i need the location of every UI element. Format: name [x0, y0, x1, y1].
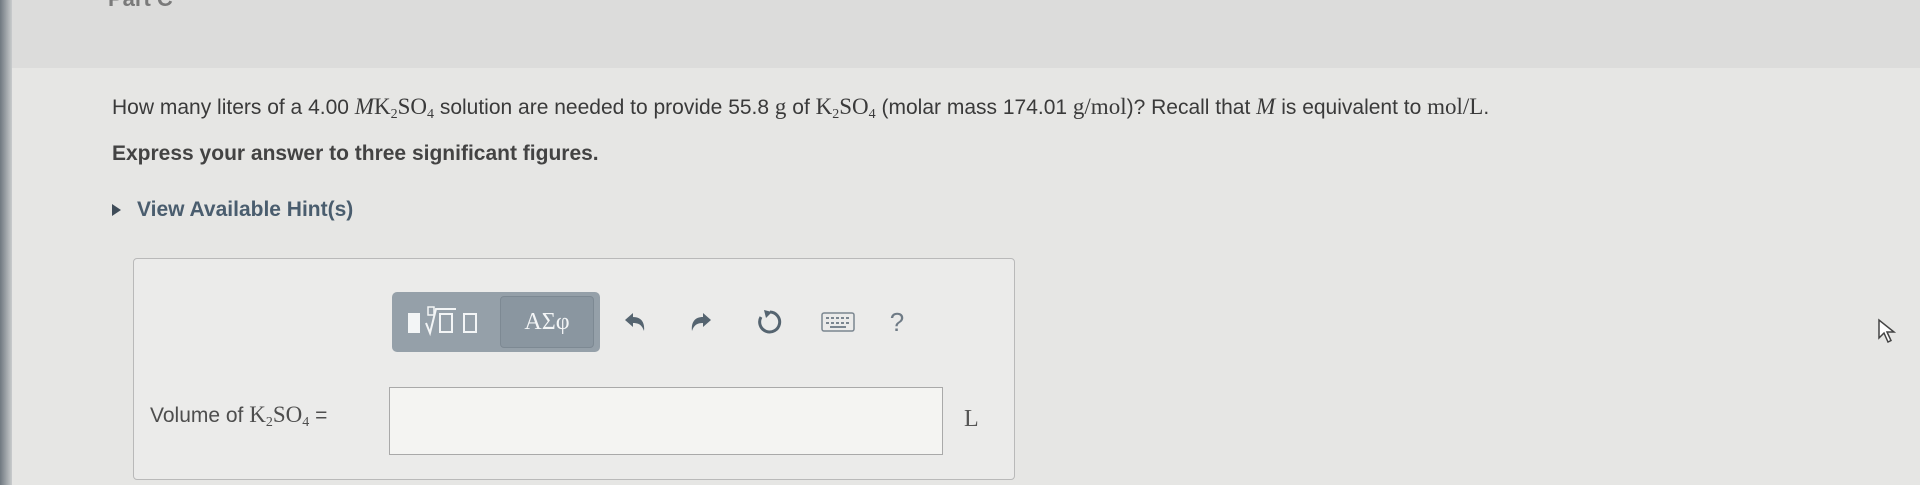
redo-button[interactable] [668, 292, 736, 352]
keyboard-button[interactable] [804, 292, 872, 352]
unit-grams: g [774, 94, 787, 119]
molarity-symbol: M [354, 94, 374, 119]
unit-g-per-mol: g/mol [1072, 94, 1127, 119]
formula-k2so4: K2SO4 [815, 94, 876, 122]
formula-subscript: 2 [390, 107, 398, 122]
answer-label-formula: K2SO4 [249, 402, 310, 430]
question-segment: of [792, 96, 810, 119]
templates-button[interactable] [398, 297, 494, 347]
question-segment: solution are needed to provide 55.8 [439, 96, 770, 119]
view-hints-label: View Available Hint(s) [137, 198, 354, 221]
question-segment: is equivalent to [1281, 96, 1422, 119]
formula-element-so: SO [397, 94, 427, 119]
reset-button[interactable] [736, 292, 804, 352]
templates-icon [408, 306, 477, 337]
reset-icon [758, 310, 782, 334]
toolbar-button-group: ΑΣφ [392, 292, 600, 352]
undo-button[interactable] [600, 292, 668, 352]
formula-subscript: 4 [302, 415, 310, 430]
unit-label: L [964, 406, 979, 432]
instruction-text: Express your answer to three significant… [112, 142, 599, 165]
formula-element-k: K [249, 402, 266, 427]
question-segment: . [1483, 96, 1490, 119]
formula-element-so: SO [272, 402, 303, 427]
molarity-symbol: M [1256, 94, 1276, 119]
view-hints-link[interactable]: View Available Hint(s) [112, 198, 353, 222]
formula-subscript: 4 [426, 107, 434, 122]
expand-triangle-icon [112, 204, 121, 216]
answer-input[interactable] [389, 387, 943, 455]
formula-element-k: K [373, 94, 391, 119]
answer-label-prefix: Volume of [150, 404, 244, 427]
formula-element-k: K [815, 94, 833, 119]
question-text: How many liters of a 4.00 MK2SO4 solutio… [112, 90, 1892, 125]
left-edge [0, 0, 12, 485]
formula-element-so: SO [839, 94, 869, 119]
answer-label: Volume of K2SO4 = [150, 402, 328, 430]
part-label: Part C [108, 0, 173, 12]
math-toolbar: ΑΣφ ? [392, 292, 922, 352]
top-strip [0, 0, 1920, 68]
keyboard-icon [821, 312, 855, 332]
formula-subscript: 2 [265, 415, 273, 430]
question-segment: )? Recall that [1126, 96, 1251, 119]
mouse-cursor-icon [1876, 316, 1900, 349]
question-segment: (molar mass 174.01 [881, 96, 1068, 119]
question-segment: How many liters of a 4.00 [112, 96, 349, 119]
redo-icon [691, 313, 711, 331]
undo-icon [625, 313, 645, 331]
molarity-expression: MK2SO4 [354, 94, 434, 122]
equals-sign: = [315, 404, 328, 427]
unit-mol-per-l: mol/L [1427, 94, 1484, 119]
formula-subscript: 4 [868, 107, 876, 122]
help-button[interactable]: ? [872, 292, 922, 352]
symbols-button[interactable]: ΑΣφ [500, 296, 594, 348]
